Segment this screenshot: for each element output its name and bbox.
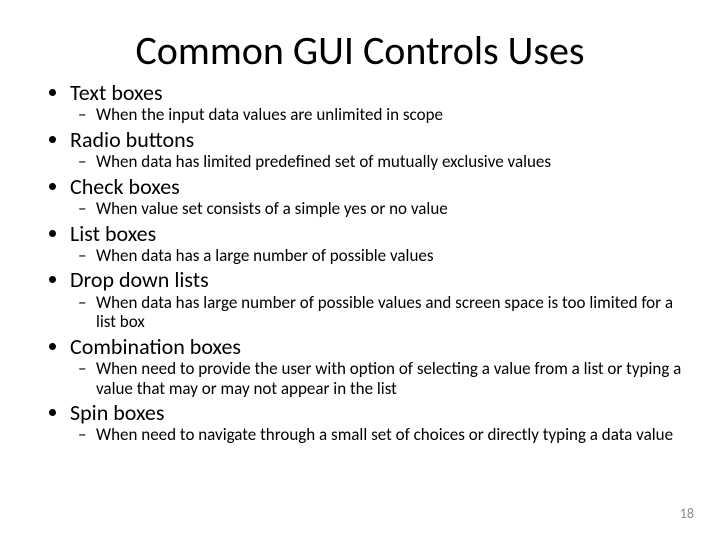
item-label: Combination boxes [70,333,241,360]
list-item: Spin boxes When need to navigate through… [70,400,694,445]
item-label: Spin boxes [70,399,164,426]
page-number: 18 [680,505,694,522]
item-desc: When need to provide the user with optio… [96,358,681,399]
list-item: Check boxes When value set consists of a… [70,174,694,219]
item-desc: When need to navigate through a small se… [96,424,673,445]
list-item: Radio buttons When data has limited pred… [70,127,694,172]
item-label: Text boxes [70,79,163,106]
sub-item: When the input data values are unlimited… [96,105,694,125]
item-desc: When data has large number of possible v… [96,292,673,333]
item-label: Drop down lists [70,266,209,293]
slide-title: Common GUI Controls Uses [0,26,720,75]
item-desc: When value set consists of a simple yes … [96,198,448,219]
item-label: Radio buttons [70,126,194,153]
item-desc: When data has limited predefined set of … [96,151,551,172]
bullet-list: Text boxes When the input data values ar… [42,80,694,445]
list-item: Drop down lists When data has large numb… [70,267,694,331]
sub-item: When data has limited predefined set of … [96,152,694,172]
list-item: Text boxes When the input data values ar… [70,80,694,125]
sub-item: When data has a large number of possible… [96,246,694,266]
slide-body: Text boxes When the input data values ar… [42,80,694,447]
sub-item: When need to navigate through a small se… [96,425,694,445]
sub-item: When data has large number of possible v… [96,293,694,332]
list-item: Combination boxes When need to provide t… [70,334,694,398]
item-label: List boxes [70,220,156,247]
item-label: Check boxes [70,173,180,200]
item-desc: When data has a large number of possible… [96,245,433,266]
slide: Common GUI Controls Uses Text boxes When… [0,0,720,540]
list-item: List boxes When data has a large number … [70,221,694,266]
item-desc: When the input data values are unlimited… [96,104,443,125]
sub-item: When value set consists of a simple yes … [96,199,694,219]
sub-item: When need to provide the user with optio… [96,359,694,398]
